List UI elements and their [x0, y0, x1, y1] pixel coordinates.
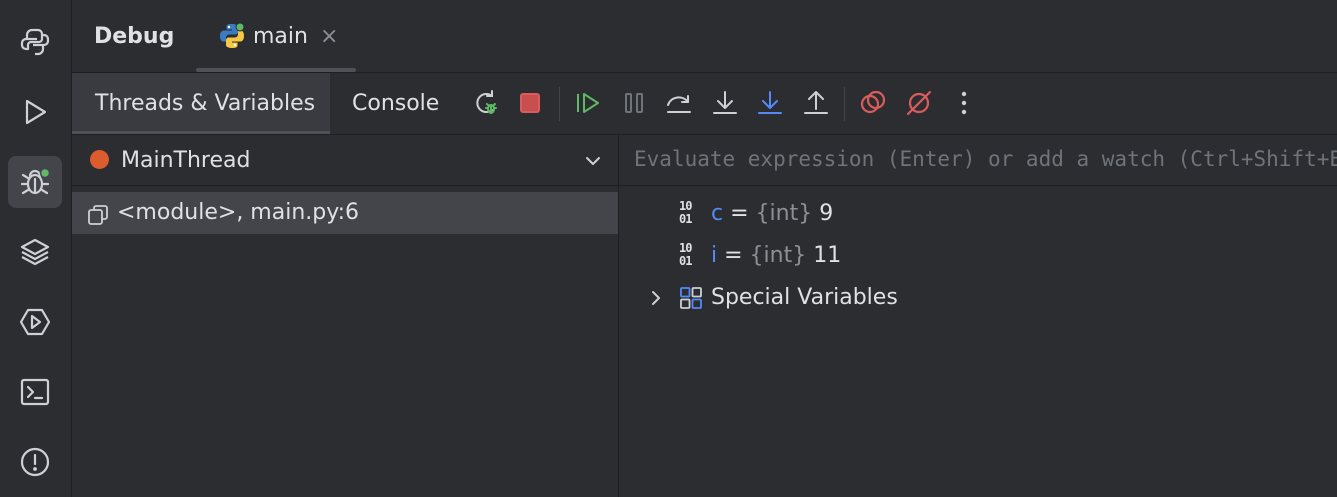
frame-row[interactable]: <module>, main.py:6 [72, 192, 618, 234]
step-into-my-code-icon[interactable] [754, 87, 786, 119]
resume-icon[interactable] [572, 87, 604, 119]
primitive-variable-icon: 10 01 [679, 199, 692, 226]
thread-name: MainThread [121, 148, 251, 173]
tab-label: Console [352, 91, 440, 116]
run-tool-button[interactable] [8, 86, 62, 138]
tab-main[interactable]: main × [196, 0, 356, 72]
tab-console[interactable]: Console [330, 73, 452, 134]
tab-label: Threads & Variables [95, 91, 316, 116]
frame-label: <module>, main.py:6 [117, 200, 360, 225]
close-icon[interactable]: × [320, 24, 338, 49]
tab-selected-indicator [196, 68, 356, 72]
tool-window-sidebar [0, 0, 72, 497]
python-packages-button[interactable] [8, 16, 62, 68]
view-breakpoints-icon[interactable] [857, 87, 889, 119]
problems-tool-button[interactable] [8, 436, 62, 488]
pause-icon[interactable] [618, 87, 650, 119]
variable-row[interactable]: 10 01 i = {int} 11 [619, 235, 1337, 277]
chevron-right-icon[interactable] [647, 287, 665, 309]
python-packages-icon [20, 28, 50, 56]
evaluate-expression-input[interactable]: Evaluate expression (Enter) or add a wat… [619, 135, 1337, 186]
evaluate-expression-placeholder: Evaluate expression (Enter) or add a wat… [634, 147, 1337, 171]
python-file-icon [220, 22, 245, 48]
rerun-icon[interactable] [470, 87, 502, 119]
toolbar-separator [844, 87, 845, 121]
mute-breakpoints-icon[interactable] [903, 87, 935, 119]
primitive-variable-icon: 10 01 [679, 241, 692, 268]
tool-window-header: Debug main × [72, 0, 1337, 73]
tool-window-title: Debug [94, 24, 175, 49]
terminal-tool-button[interactable] [8, 366, 62, 418]
problems-icon [20, 447, 50, 477]
debug-tool-button[interactable] [8, 156, 62, 208]
services-tool-button[interactable] [8, 296, 62, 348]
variable-text: c = {int} 9 [711, 201, 833, 226]
debug-tool-window: Debug main × Threads & Variables Console [72, 0, 1337, 497]
step-over-icon[interactable] [663, 87, 695, 119]
frame-icon [88, 205, 108, 225]
stop-icon[interactable] [514, 87, 546, 119]
variable-value: 9 [812, 201, 834, 226]
thread-status-icon [90, 150, 109, 169]
variable-text: i = {int} 11 [711, 243, 841, 268]
variable-equals: = [717, 243, 750, 268]
debug-icon [20, 167, 51, 195]
special-variables-icon [680, 287, 702, 309]
step-into-icon[interactable] [709, 87, 741, 119]
terminal-icon [20, 378, 50, 406]
special-variables-label: Special Variables [711, 285, 898, 310]
more-icon[interactable] [948, 87, 980, 119]
layers-icon [20, 238, 50, 266]
layers-tool-button[interactable] [8, 226, 62, 278]
debugger-toolbar: Threads & Variables Console [72, 73, 1337, 135]
variable-row[interactable]: 10 01 c = {int} 9 [619, 193, 1337, 235]
variable-equals: = [723, 201, 756, 226]
threads-frames-panel: MainThread <module>, main.py:6 [72, 135, 619, 497]
tab-threads-variables[interactable]: Threads & Variables [72, 73, 330, 134]
variable-type: {int} [755, 201, 813, 226]
special-variables-row[interactable]: Special Variables [619, 277, 1337, 319]
thread-selector[interactable]: MainThread [72, 135, 618, 186]
step-out-icon[interactable] [800, 87, 832, 119]
toolbar-separator [559, 87, 560, 121]
variables-panel: Evaluate expression (Enter) or add a wat… [619, 135, 1337, 497]
variable-type: {int} [749, 243, 807, 268]
tab-label: main [253, 24, 308, 49]
variable-name: c [711, 201, 724, 226]
services-icon [19, 308, 51, 336]
variable-value: 11 [806, 243, 842, 268]
run-icon [25, 99, 47, 125]
chevron-down-icon [586, 157, 600, 165]
